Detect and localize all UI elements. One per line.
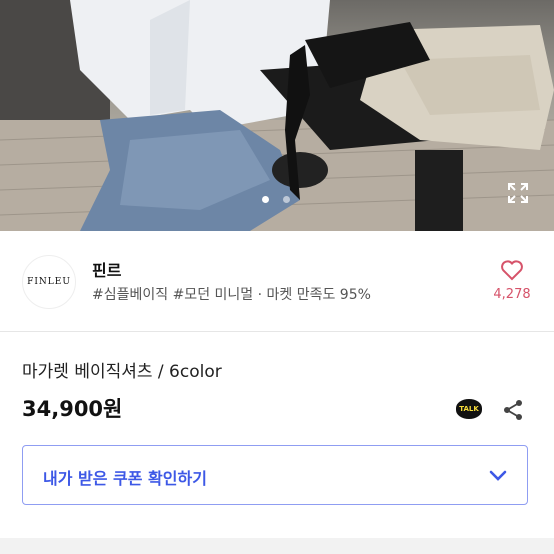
section-divider [0,538,554,554]
carousel-indicator [262,196,290,203]
carousel-dot[interactable] [283,196,290,203]
coupon-check-button[interactable]: 내가 받은 쿠폰 확인하기 [22,445,528,505]
kakao-talk-icon[interactable]: TALK [456,399,482,419]
share-icon[interactable] [501,398,525,422]
shop-name[interactable]: 핀르 [92,257,121,281]
shop-logo[interactable]: FINLEU [22,255,76,309]
like-count: 4,278 [493,287,531,302]
expand-icon[interactable] [506,181,530,205]
coupon-label: 내가 받은 쿠폰 확인하기 [43,469,207,488]
shop-tags: #심플베이직 #모던 미니멀 · 마켓 만족도 95% [92,287,371,303]
heart-icon [501,260,523,281]
product-price: 34,900원 [22,397,123,421]
shop-info[interactable]: FINLEU 핀르 #심플베이직 #모던 미니멀 · 마켓 만족도 95% 4,… [0,231,554,332]
product-image[interactable] [0,0,554,231]
chevron-down-icon [489,470,507,481]
talk-label: TALK [459,405,479,413]
product-title: 마가렛 베이직셔츠 / 6color [22,362,222,382]
like-button[interactable]: 4,278 [492,259,532,302]
shop-logo-text: FINLEU [27,277,71,287]
carousel-dot[interactable] [262,196,269,203]
